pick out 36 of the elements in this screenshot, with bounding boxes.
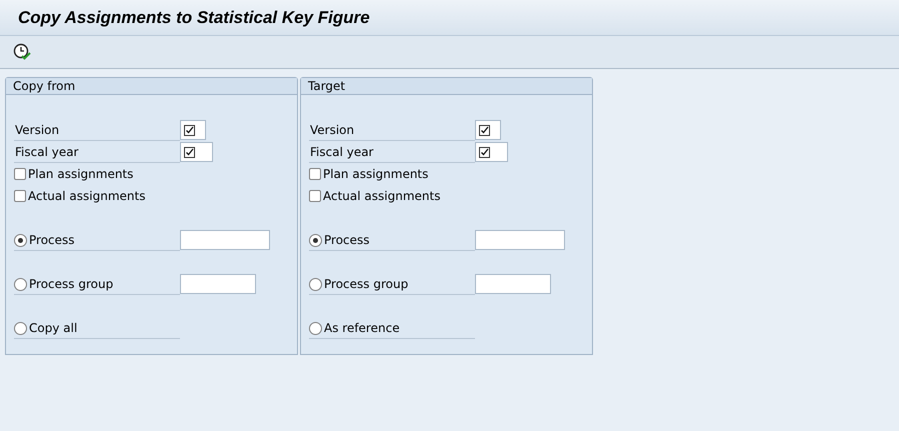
radio-label: Copy all	[29, 320, 78, 337]
checkbox-label: Actual assignments	[28, 188, 146, 205]
radio-button[interactable]	[309, 278, 322, 290]
input-field[interactable]	[180, 120, 206, 140]
checkbox-label: Plan assignments	[323, 166, 428, 183]
radio-button[interactable]	[309, 322, 322, 334]
radio-button[interactable]	[14, 322, 27, 334]
checkbox-label: Plan assignments	[28, 166, 134, 183]
checkbox[interactable]	[14, 168, 26, 180]
required-check-icon	[479, 146, 490, 158]
execute-button[interactable]	[13, 43, 31, 61]
checkbox-label: Actual assignments	[323, 188, 440, 205]
radio-label: Process	[29, 232, 75, 249]
radio-label: As reference	[324, 320, 400, 337]
radio-button[interactable]	[14, 278, 27, 290]
required-check-icon	[184, 146, 195, 158]
input-field[interactable]	[475, 120, 501, 140]
radio-label: Process	[324, 232, 370, 249]
group-title: Target	[308, 78, 346, 95]
radio-button[interactable]	[309, 234, 322, 246]
input-field[interactable]	[475, 274, 551, 294]
checkbox[interactable]	[14, 190, 26, 202]
input-field[interactable]	[475, 142, 508, 162]
required-check-icon	[184, 124, 195, 136]
radio-label: Process group	[29, 276, 114, 293]
input-field[interactable]	[180, 142, 213, 162]
radio-label: Process group	[324, 276, 408, 293]
group-title: Copy from	[13, 78, 76, 95]
required-check-icon	[479, 124, 490, 136]
input-field[interactable]	[180, 230, 270, 250]
checkbox[interactable]	[309, 168, 321, 180]
window-title: Copy Assignments to Statistical Key Figure	[18, 6, 370, 29]
radio-button[interactable]	[14, 234, 27, 246]
input-field[interactable]	[180, 274, 256, 294]
input-field[interactable]	[475, 230, 565, 250]
checkbox[interactable]	[309, 190, 321, 202]
